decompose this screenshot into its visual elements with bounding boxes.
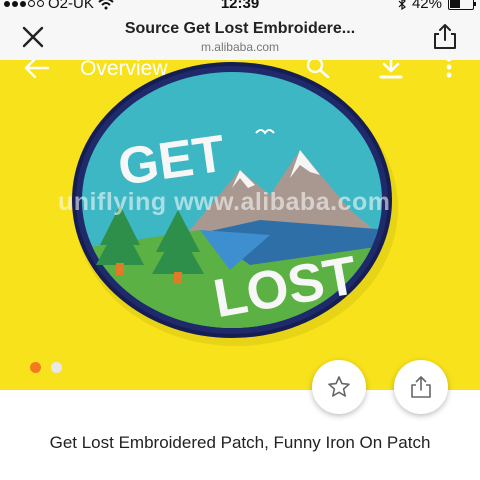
image-gallery[interactable]: GET LOST uniflying www.alibaba.com Overv… (0, 60, 480, 390)
pager-dot-1[interactable] (30, 362, 41, 373)
battery-icon (448, 0, 476, 10)
download-icon[interactable] (378, 60, 404, 80)
watermark: uniflying www.alibaba.com (58, 188, 391, 216)
share-icon (411, 376, 431, 398)
gallery-toolbar: Overview (0, 60, 480, 84)
share-icon[interactable] (432, 22, 458, 50)
back-arrow-icon[interactable] (24, 60, 50, 80)
bluetooth-icon (398, 0, 406, 10)
browser-header: Source Get Lost Embroidere... m.alibaba.… (0, 14, 480, 61)
share-product-button[interactable] (394, 360, 448, 414)
pager-dot-2[interactable] (51, 362, 62, 373)
favorite-button[interactable] (312, 360, 366, 414)
status-bar: O2-UK 12:39 42% (0, 0, 480, 14)
gallery-pager (30, 362, 62, 373)
product-title: Get Lost Embroidered Patch, Funny Iron O… (49, 433, 431, 452)
close-icon[interactable] (20, 24, 46, 50)
page-title: Source Get Lost Embroidere... (124, 20, 356, 37)
page-url: m.alibaba.com (200, 40, 280, 54)
gallery-title: Overview (80, 60, 168, 80)
product-photo: GET LOST (0, 60, 480, 390)
more-vertical-icon[interactable] (444, 60, 454, 80)
battery-percent: 42% (411, 0, 442, 12)
status-right: 42% (398, 0, 476, 12)
star-icon (328, 376, 350, 397)
search-icon[interactable] (306, 60, 330, 78)
